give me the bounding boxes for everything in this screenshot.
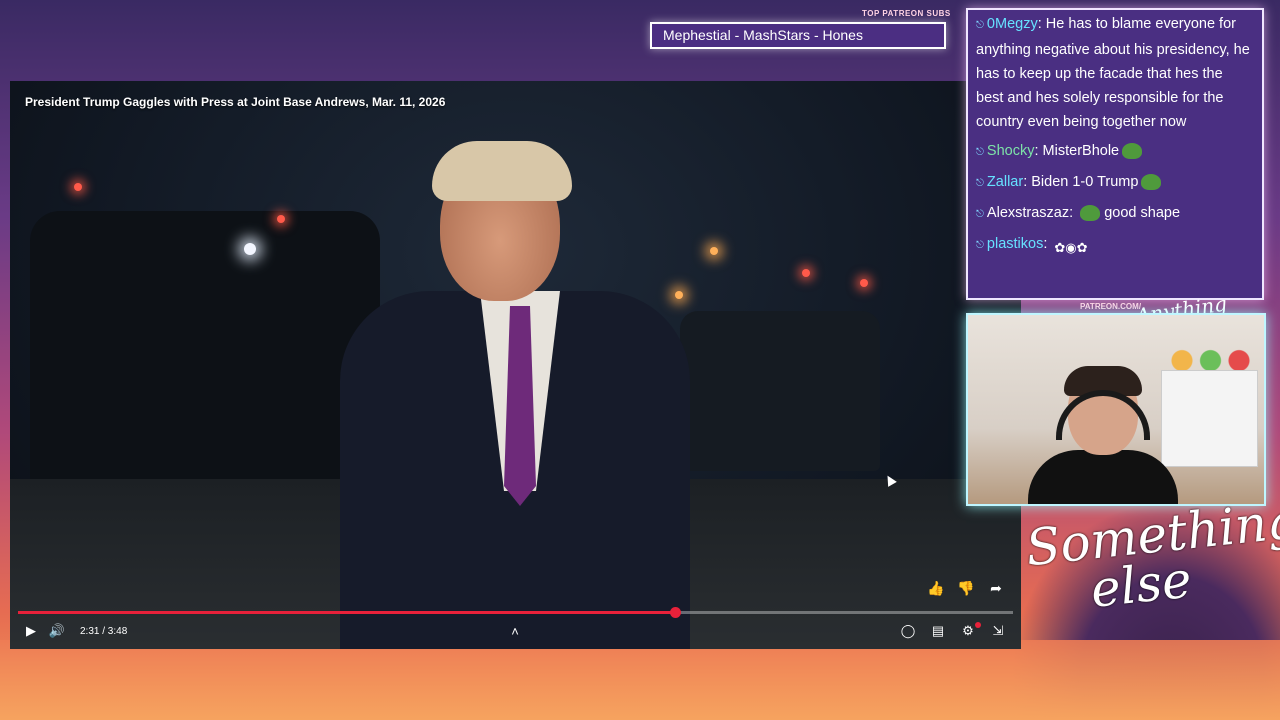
chat-username: Zallar	[986, 174, 1024, 190]
top-patreon-subs-label: TOP PATREON SUBS	[862, 9, 951, 18]
video-frame	[10, 81, 1021, 649]
pepe-emote	[1141, 174, 1162, 191]
sunset-bottom-decoration	[0, 640, 1280, 720]
winged-emote: ✿◉✿	[1054, 240, 1088, 256]
thumbs-down-icon[interactable]: 👎	[955, 577, 977, 599]
video-actions: 👍 👎 ➦	[925, 577, 1007, 599]
chat-bullet-icon: ⎋	[976, 20, 984, 31]
red-light	[860, 279, 868, 287]
chat-text: He has to blame everyone for anything ne…	[976, 16, 1250, 130]
chat-bullet-icon: ⎋	[976, 178, 984, 189]
red-light	[802, 269, 810, 277]
streamer	[1028, 366, 1178, 504]
video-title: President Trump Gaggles with Press at Jo…	[25, 95, 446, 109]
red-light	[277, 215, 285, 223]
car-silhouette	[680, 311, 880, 471]
chat-username: Alexstraszaz	[986, 205, 1070, 221]
exit-fullscreen-icon[interactable]: ⇲	[985, 620, 1011, 642]
chat-message: ⎋ plastikos: ✿◉✿	[976, 232, 1254, 258]
time-display: 2:31 / 3:48	[80, 625, 128, 637]
chat-bullet-icon: ⎋	[976, 209, 984, 220]
plush-toys	[1163, 345, 1258, 371]
chat-bullet-icon: ⎋	[976, 147, 984, 158]
video-player[interactable]: President Trump Gaggles with Press at Jo…	[10, 81, 1021, 649]
orange-light	[710, 247, 718, 255]
chat-text: Biden 1-0 Trump	[1031, 174, 1139, 190]
chat-text: good shape	[1104, 205, 1181, 221]
white-light	[244, 243, 256, 255]
autoplay-toggle-icon[interactable]: ◯	[895, 620, 921, 642]
progress-scrubber[interactable]	[669, 607, 681, 618]
player-controls: ▶ 🔊 2:31 / 3:48 ˄ ◯ ▤ ⚙ ⇲	[10, 619, 1021, 643]
chat-username: 0Megzy	[986, 16, 1038, 32]
patreon-subs-ticker: Mephestial - MashStars - Hones	[650, 22, 946, 49]
pepe-emote	[1122, 143, 1143, 160]
patreon-url: PATREON.COM/	[1080, 302, 1142, 311]
red-light	[74, 183, 82, 191]
progress-bar[interactable]	[18, 607, 1013, 618]
pepe-emote	[1080, 205, 1101, 222]
chat-username: plastikos	[986, 236, 1044, 252]
chat-message: ⎋ 0Megzy: He has to blame everyone for an…	[976, 16, 1250, 130]
volume-icon[interactable]: 🔊	[44, 620, 70, 642]
chat-panel: ⎋ 0Megzy: He has to blame everyone for an…	[966, 8, 1264, 300]
chat-message: ⎋ Shocky: MisterBhole	[976, 139, 1254, 165]
chevron-up-icon[interactable]: ˄	[502, 620, 528, 642]
speaker-figure	[340, 141, 690, 649]
chat-text: MisterBhole	[1042, 143, 1120, 159]
play-icon[interactable]: ▶	[18, 620, 44, 642]
chat-message: ⎋ Alexstraszaz: good shape	[976, 205, 1181, 222]
webcam-feed	[966, 313, 1266, 506]
chat-bullet-icon: ⎋	[976, 240, 984, 251]
chat-username: Shocky	[986, 143, 1035, 159]
thumbs-up-icon[interactable]: 👍	[925, 577, 947, 599]
share-icon[interactable]: ➦	[985, 577, 1007, 599]
settings-icon[interactable]: ⚙	[955, 620, 981, 642]
progress-played	[18, 611, 675, 614]
chat-message: ⎋ Zallar: Biden 1-0 Trump	[976, 170, 1254, 196]
captions-icon[interactable]: ▤	[925, 620, 951, 642]
